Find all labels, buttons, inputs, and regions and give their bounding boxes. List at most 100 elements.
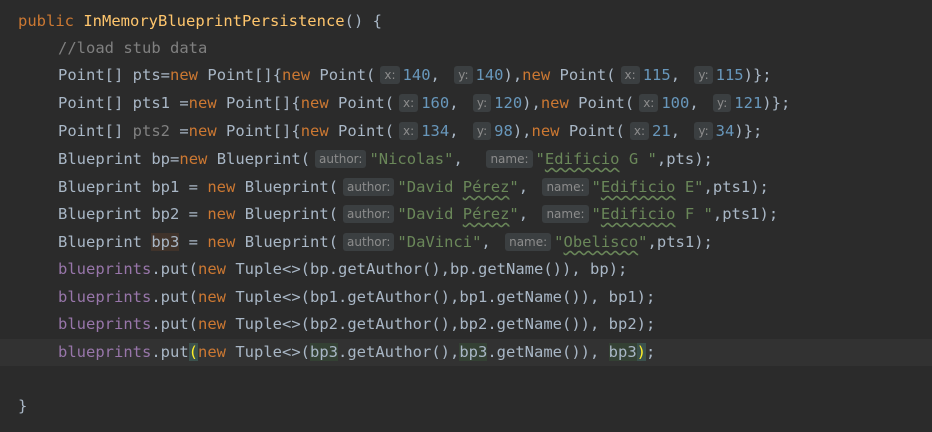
method-put: .put( (151, 315, 198, 333)
arg-pts: pts1 (656, 233, 695, 251)
field-blueprints: blueprints (58, 260, 152, 278)
param-hint-x: x: (620, 66, 640, 84)
var-pts2-unused: pts2 (132, 122, 170, 140)
field-blueprints: blueprints (58, 343, 152, 361)
string-author-typo: Pérez (462, 178, 510, 196)
type-blueprint: Blueprint (244, 233, 329, 251)
type-blueprint: Blueprint (216, 150, 301, 168)
method-get-author: .getAuthor() (338, 315, 450, 333)
assign-op: = (170, 150, 180, 168)
code-line-pts[interactable]: Point[] pts=new Point[]{new Point(x: 140,… (0, 62, 932, 89)
string-name-typo: Obelisco (563, 233, 639, 251)
constructor-name: InMemoryBlueprintPersistence (83, 12, 345, 30)
type-blueprint: Blueprint (244, 205, 329, 223)
var-bp: bp (151, 150, 171, 168)
string-name-typo: Edificio (600, 205, 676, 223)
number-literal: 21 (652, 122, 671, 140)
assign-op: = (170, 94, 189, 112)
code-line-put-bp[interactable]: blueprints.put(new Tuple<>(bp.getAuthor(… (0, 256, 932, 283)
number-literal: 140 (402, 66, 431, 84)
param-hint-x: x: (399, 94, 419, 112)
string-quote: " (509, 205, 519, 223)
code-line-put-bp3-current[interactable]: blueprints.put(new Tuple<>(bp3.getAuthor… (0, 339, 932, 366)
var-pts1: pts1 (132, 94, 170, 112)
type-blueprint: Blueprint (58, 178, 142, 196)
brace-match-open: ( (188, 343, 198, 361)
assign-op: = (179, 205, 208, 223)
method-get-author: .getAuthor() (338, 288, 450, 306)
method-get-author: .getAuthor() (328, 260, 441, 278)
code-line-pts1[interactable]: Point[] pts1 =new Point[]{new Point(x: 16… (0, 90, 932, 117)
var-bp2: bp2 (151, 205, 180, 223)
code-line-bp2[interactable]: Blueprint bp2 = new Blueprint(author: "Da… (0, 201, 932, 228)
code-line-bp3[interactable]: Blueprint bp3 = new Blueprint(author: "Da… (0, 229, 932, 256)
type-point: Point (578, 94, 625, 112)
type-point: Point (338, 94, 385, 112)
string-quote: " (535, 150, 545, 168)
param-hint-name: name: (505, 233, 552, 251)
code-line-closing-brace[interactable]: } (0, 393, 932, 420)
param-hint-y: y: (694, 122, 713, 140)
code-line-bp[interactable]: Blueprint bp=new Blueprint(author: "Nicol… (0, 146, 932, 173)
keyword-new: new (531, 122, 560, 140)
type-point-array: Point[] (58, 66, 124, 84)
code-line-comment[interactable]: //load stub data (0, 35, 932, 62)
keyword-new: new (207, 233, 236, 251)
number-literal: 121 (734, 94, 763, 112)
code-line-constructor[interactable]: public InMemoryBlueprintPersistence() { (0, 8, 932, 35)
param-hint-y: y: (454, 66, 473, 84)
param-hint-name: name: (542, 178, 589, 196)
keyword-new: new (522, 66, 551, 84)
keyword-new: new (282, 66, 311, 84)
keyword-new: new (198, 288, 226, 306)
type-blueprint: Blueprint (58, 233, 142, 251)
keyword-new: new (198, 315, 226, 333)
number-literal: 134 (421, 122, 450, 140)
type-point: Point (338, 122, 385, 140)
code-line-put-bp2[interactable]: blueprints.put(new Tuple<>(bp2.getAuthor… (0, 311, 932, 338)
method-get-name: .getName() (487, 315, 581, 333)
code-line-put-bp1[interactable]: blueprints.put(new Tuple<>(bp1.getAuthor… (0, 284, 932, 311)
field-blueprints: blueprints (58, 315, 152, 333)
arg-var-highlighted: bp3 (310, 343, 339, 361)
code-line-pts2[interactable]: Point[] pts2 =new Point[]{new Point(x: 13… (0, 118, 932, 145)
type-blueprint: Blueprint (244, 178, 329, 196)
method-put: .put( (151, 288, 198, 306)
method-get-name: .getName() (468, 260, 563, 278)
method-get-author: .getAuthor() (338, 343, 450, 361)
type-point: Point (559, 66, 607, 84)
code-line-empty[interactable] (0, 366, 932, 393)
method-get-name: .getName() (487, 288, 581, 306)
arg-var: bp2 (608, 315, 637, 333)
arg-var-highlighted: bp3 (608, 343, 637, 361)
type-point-array: Point[] (226, 122, 292, 140)
code-line-bp1[interactable]: Blueprint bp1 = new Blueprint(author: "Da… (0, 174, 932, 201)
type-blueprint: Blueprint (58, 205, 142, 223)
string-author: "DaVinci" (397, 233, 482, 251)
string-author: "David (397, 178, 463, 196)
number-literal: 115 (642, 66, 671, 84)
arg-var-highlighted: bp3 (459, 343, 488, 361)
param-hint-name: name: (542, 205, 589, 223)
type-point: Point (568, 122, 616, 140)
constructor-signature-end: () { (344, 12, 382, 30)
type-point: Point (319, 66, 367, 84)
keyword-public: public (18, 12, 74, 30)
code-editor[interactable]: public InMemoryBlueprintPersistence() { … (0, 0, 932, 432)
keyword-new: new (170, 66, 199, 84)
number-literal: 120 (494, 94, 523, 112)
string-quote: " (591, 178, 601, 196)
string-quote: " (509, 178, 519, 196)
number-literal: 115 (715, 66, 744, 84)
param-hint-name: name: (486, 150, 533, 168)
param-hint-y: y: (694, 66, 713, 84)
arg-var: bp (590, 260, 609, 278)
string-author: "David (397, 205, 463, 223)
keyword-new: new (198, 260, 226, 278)
arg-var: bp (310, 260, 329, 278)
type-tuple: Tuple<> (235, 288, 301, 306)
type-point-array: Point[] (58, 122, 124, 140)
method-put: .put( (151, 260, 198, 278)
param-hint-x: x: (380, 66, 400, 84)
string-quote: " (554, 233, 564, 251)
